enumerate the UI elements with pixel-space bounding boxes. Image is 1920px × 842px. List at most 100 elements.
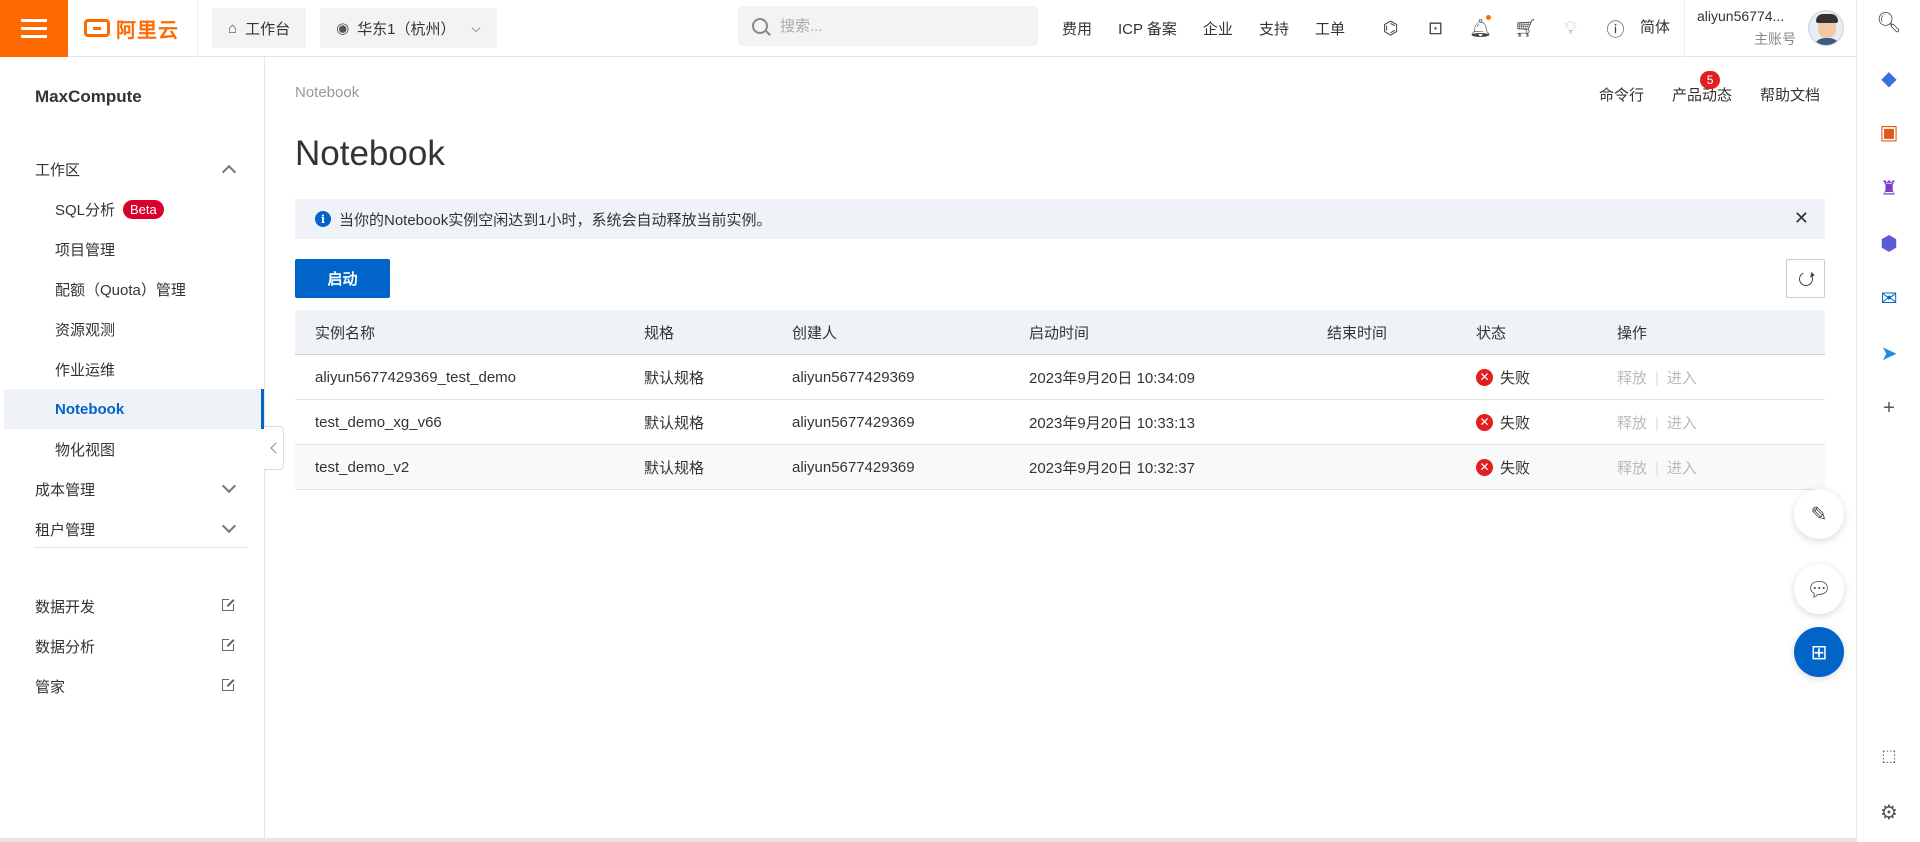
region-selector[interactable]: ◉ 华东1（杭州） ⌵	[320, 8, 497, 48]
breadcrumb[interactable]: Notebook	[295, 84, 359, 101]
command-line-link[interactable]: 命令行	[1599, 84, 1644, 105]
sidebar-item-label: 项目管理	[55, 241, 116, 259]
notification-bell-icon[interactable]: 🔔︎	[1458, 0, 1503, 57]
sidebar-collapse-button[interactable]	[264, 426, 284, 470]
instance-status: ✕ 失败	[1476, 457, 1617, 478]
release-button[interactable]: 释放	[1617, 415, 1647, 432]
language-switch[interactable]: 简体	[1640, 16, 1670, 37]
tag-icon[interactable]: ◆	[1857, 60, 1920, 96]
hamburger-menu-button[interactable]	[0, 0, 68, 57]
top-link-enterprise[interactable]: 企业	[1203, 18, 1233, 39]
aliyun-logo[interactable]: 阿里云	[68, 0, 198, 57]
sidebar-group-cost-management[interactable]: 成本管理	[4, 469, 264, 509]
right-tool-rail: 🔍︎ ◆ ▣ ♜ ⬢ ✉ ➤ + ⬚ ⚙	[1856, 0, 1920, 842]
sidebar-item-project-management[interactable]: 项目管理	[4, 229, 264, 269]
sidebar-item-notebook[interactable]: Notebook	[4, 389, 264, 429]
external-link-icon	[222, 677, 236, 691]
sidebar-item-label: SQL分析	[55, 201, 116, 219]
apps-button[interactable]: ⊞	[1794, 627, 1844, 677]
account-role: 主账号	[1754, 31, 1796, 47]
sidebar-item-label: 数据分析	[35, 638, 96, 656]
account-username: aliyun56774...	[1697, 8, 1785, 24]
avatar[interactable]	[1808, 10, 1844, 46]
status-text: 失败	[1500, 459, 1531, 477]
start-button[interactable]: 启动	[295, 259, 390, 298]
instance-start-time: 2023年9月20日 10:33:13	[1029, 414, 1195, 432]
settings-gear-icon[interactable]: ⚙	[1857, 794, 1920, 830]
release-button[interactable]: 释放	[1617, 460, 1647, 477]
sidebar-link-butler[interactable]: 管家	[4, 666, 264, 706]
cart-icon[interactable]: 🛒︎	[1503, 0, 1548, 57]
apps-grid-icon: ⊞	[1810, 641, 1828, 664]
column-header-start-time: 启动时间	[1029, 324, 1090, 342]
copilot-icon[interactable]: ⬢	[1857, 225, 1920, 261]
release-button[interactable]: 释放	[1617, 370, 1647, 387]
external-link-icon	[222, 637, 236, 651]
outlook-icon[interactable]: ✉	[1857, 280, 1920, 316]
sidebar-group-tenant-management[interactable]: 租户管理	[4, 509, 264, 549]
cloud-assistant-icon[interactable]: ⌬	[1368, 0, 1413, 57]
enter-button[interactable]: 进入	[1667, 415, 1697, 432]
top-link-support[interactable]: 支持	[1259, 18, 1289, 39]
instance-start-time: 2023年9月20日 10:34:09	[1029, 369, 1195, 387]
instance-actions: 释放 | 进入	[1617, 459, 1697, 477]
sidebar-item-job-ops[interactable]: 作业运维	[4, 349, 264, 389]
enter-button[interactable]: 进入	[1667, 370, 1697, 387]
top-link-billing[interactable]: 费用	[1062, 18, 1092, 39]
chess-icon[interactable]: ♜	[1857, 170, 1920, 206]
chat-button[interactable]: 💬︎	[1794, 564, 1844, 614]
account-menu[interactable]: aliyun56774... 主账号	[1684, 0, 1856, 57]
sidebar-group-workspace[interactable]: 工作区	[4, 149, 264, 189]
sidebar-item-materialized-view[interactable]: 物化视图	[4, 429, 264, 469]
send-icon[interactable]: ➤	[1857, 335, 1920, 371]
lightbulb-icon[interactable]: 💡︎	[1548, 0, 1593, 57]
home-icon: ⌂	[228, 19, 238, 37]
info-notice: i 当你的Notebook实例空闲达到1小时，系统会自动释放当前实例。 ✕	[295, 199, 1825, 239]
top-link-icp[interactable]: ICP 备案	[1118, 18, 1177, 39]
product-news-link[interactable]: 产品动态 5	[1672, 71, 1732, 105]
chevron-down-icon	[221, 478, 237, 494]
notice-text: 当你的Notebook实例空闲达到1小时，系统会自动释放当前实例。	[339, 211, 772, 229]
column-header-end-time: 结束时间	[1327, 324, 1388, 342]
sidebar-item-label: 数据开发	[35, 598, 96, 616]
error-icon: ✕	[1476, 413, 1493, 431]
toolbox-icon[interactable]: ▣	[1857, 114, 1920, 150]
header-links: 命令行 产品动态 5 帮助文档	[1599, 71, 1820, 105]
screenshot-icon[interactable]: ⬚	[1857, 738, 1920, 774]
sidebar-item-label: 配额（Quota）管理	[55, 281, 186, 299]
workbench-button[interactable]: ⌂ 工作台	[212, 8, 307, 48]
table-row: aliyun5677429369_test_demo 默认规格 aliyun56…	[295, 355, 1825, 400]
help-icon[interactable]: ⓘ	[1593, 0, 1638, 57]
enter-button[interactable]: 进入	[1667, 460, 1697, 477]
column-header-actions: 操作	[1617, 324, 1648, 342]
add-icon[interactable]: +	[1857, 390, 1920, 426]
instance-actions: 释放 | 进入	[1617, 369, 1697, 387]
instance-name: test_demo_xg_v66	[315, 413, 442, 431]
search-icon	[752, 18, 768, 34]
table-header: 实例名称 规格 创建人 启动时间 结束时间 状态 操作	[295, 310, 1825, 355]
error-icon: ✕	[1476, 368, 1493, 386]
top-link-ticket[interactable]: 工单	[1315, 18, 1345, 39]
column-header-spec: 规格	[644, 324, 675, 342]
help-docs-link[interactable]: 帮助文档	[1760, 84, 1820, 105]
sidebar-item-quota-management[interactable]: 配额（Quota）管理	[4, 269, 264, 309]
sidebar-link-data-development[interactable]: 数据开发	[4, 586, 264, 626]
sidebar-item-sql-analysis[interactable]: SQL分析 Beta	[4, 189, 264, 229]
aliyun-logo-icon	[84, 19, 110, 37]
refresh-icon	[1796, 269, 1815, 288]
refresh-button[interactable]	[1786, 259, 1825, 298]
sidebar-item-resource-observation[interactable]: 资源观测	[4, 309, 264, 349]
close-icon[interactable]: ✕	[1794, 209, 1809, 227]
column-header-status: 状态	[1476, 324, 1507, 342]
column-header-name: 实例名称	[315, 324, 376, 342]
global-search[interactable]	[738, 6, 1038, 46]
cloud-shell-icon[interactable]: ⊡	[1413, 0, 1458, 57]
search-input[interactable]	[780, 17, 1020, 35]
edit-feedback-button[interactable]: ✎	[1794, 489, 1844, 539]
chevron-down-icon	[221, 518, 237, 534]
instance-spec: 默认规格	[644, 414, 705, 432]
sidebar-link-data-analysis[interactable]: 数据分析	[4, 626, 264, 666]
column-header-creator: 创建人	[792, 324, 838, 342]
logo-text: 阿里云	[116, 19, 179, 42]
edit-icon: ✎	[1810, 503, 1828, 526]
